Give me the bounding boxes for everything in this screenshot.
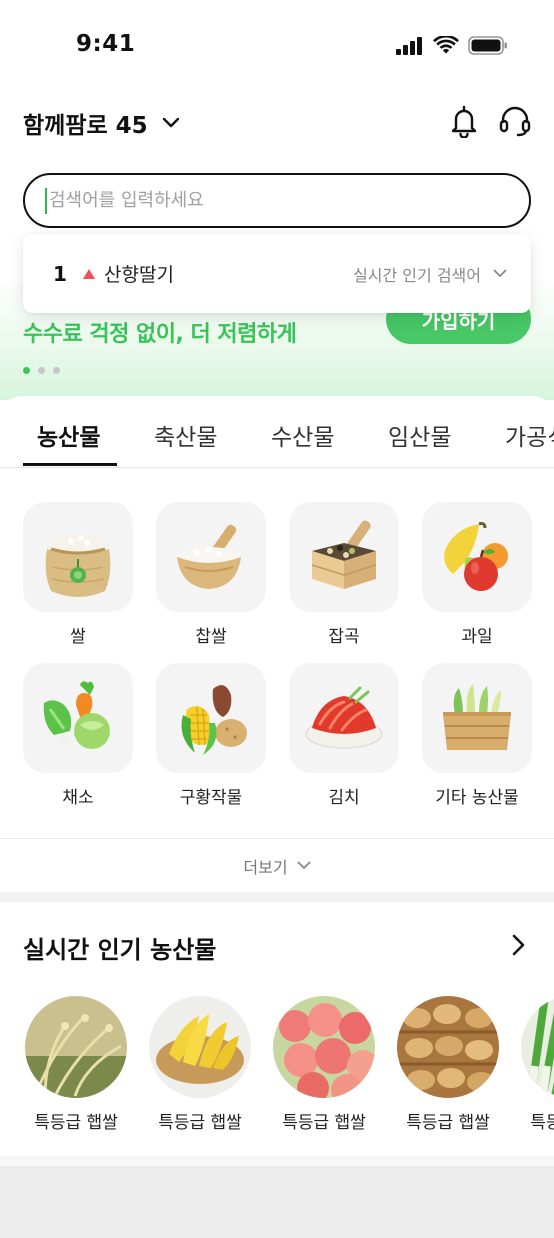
product-name: 특등급 햅쌀 bbox=[282, 1113, 366, 1133]
location-label: 함께팜로 45 bbox=[23, 113, 148, 139]
section-divider bbox=[0, 892, 554, 902]
category-tile bbox=[422, 502, 532, 612]
category-label: 기타 농산물 bbox=[435, 788, 519, 808]
product-name: 특등급 햅쌀 bbox=[406, 1113, 490, 1133]
headset-icon[interactable] bbox=[498, 104, 532, 138]
carousel-dot[interactable] bbox=[38, 367, 45, 374]
category-label: 김치 bbox=[328, 788, 360, 808]
carousel-indicator bbox=[23, 367, 60, 374]
carousel-dot[interactable] bbox=[53, 367, 60, 374]
trend-keyword[interactable]: 산향딸기 bbox=[104, 260, 174, 287]
tab-forestry[interactable]: 임산물 bbox=[388, 418, 451, 452]
rank-up-icon bbox=[83, 268, 95, 279]
status-time: 9:41 bbox=[76, 31, 136, 57]
bell-icon[interactable] bbox=[448, 104, 480, 138]
produce-crate-icon bbox=[443, 684, 511, 750]
tab-processed[interactable]: 가공식품 bbox=[505, 418, 554, 452]
status-icons bbox=[396, 36, 508, 55]
content-sheet: 농산물 축산물 수산물 임산물 가공식품 쌀 bbox=[0, 396, 554, 1238]
category-tabs: 농산물 축산물 수산물 임산물 가공식품 bbox=[0, 396, 554, 468]
app-header: 함께팜로 45 bbox=[0, 92, 554, 154]
grain-box-icon bbox=[311, 520, 377, 589]
chevron-down-icon[interactable] bbox=[493, 269, 507, 278]
tab-seafood[interactable]: 수산물 bbox=[271, 418, 334, 452]
category-label: 채소 bbox=[62, 788, 94, 808]
category-vegetables[interactable]: 채소 bbox=[23, 663, 133, 808]
category-other-agricultural[interactable]: 기타 농산물 bbox=[422, 663, 532, 808]
active-tab-indicator bbox=[23, 463, 117, 466]
product-card[interactable]: 특등급 햅쌀 bbox=[269, 996, 379, 1133]
more-label: 더보기 bbox=[243, 857, 288, 877]
green-onion-image bbox=[521, 996, 554, 1098]
chevron-down-icon bbox=[297, 861, 310, 869]
category-label: 과일 bbox=[461, 627, 493, 647]
corn-potato-icon bbox=[181, 685, 247, 755]
product-image bbox=[149, 996, 251, 1098]
category-tile bbox=[422, 663, 532, 773]
product-card[interactable]: 특등급 햅쌀 bbox=[21, 996, 131, 1133]
product-name: 특등급 햅쌀 bbox=[530, 1113, 554, 1133]
peach-image bbox=[273, 996, 375, 1098]
text-cursor bbox=[45, 187, 47, 214]
rice-plant-image bbox=[25, 996, 127, 1098]
section-divider bbox=[0, 1156, 554, 1166]
popular-section-title: 실시간 인기 농산물 bbox=[23, 936, 217, 964]
category-tile bbox=[156, 502, 266, 612]
category-fruit[interactable]: 과일 bbox=[422, 502, 532, 647]
product-name: 특등급 햅쌀 bbox=[34, 1113, 118, 1133]
category-label: 잡곡 bbox=[328, 627, 360, 647]
rice-sack-icon bbox=[45, 533, 111, 597]
category-glutinous-rice[interactable]: 찹쌀 bbox=[156, 502, 266, 647]
category-grains[interactable]: 잡곡 bbox=[289, 502, 399, 647]
tab-agricultural[interactable]: 농산물 bbox=[37, 418, 100, 452]
product-image bbox=[273, 996, 375, 1098]
location-selector[interactable]: 함께팜로 45 bbox=[23, 106, 180, 140]
category-kimchi[interactable]: 김치 bbox=[289, 663, 399, 808]
category-tile bbox=[289, 663, 399, 773]
product-card[interactable]: 특등급 햅쌀 bbox=[517, 996, 554, 1133]
tab-livestock[interactable]: 축산물 bbox=[154, 418, 217, 452]
chevron-down-icon bbox=[162, 117, 179, 128]
signal-icon bbox=[396, 36, 422, 55]
kimchi-icon bbox=[305, 686, 383, 749]
trend-rank: 1 bbox=[53, 261, 67, 286]
potato-image bbox=[397, 996, 499, 1098]
popular-products-list: 특등급 햅쌀 특등급 햅쌀 특등급 햅쌀 특등급 햅쌀 특등 bbox=[0, 996, 554, 1136]
search-input[interactable] bbox=[49, 190, 489, 211]
banana-image bbox=[149, 996, 251, 1098]
banner-headline: 수수료 걱정 없이, 더 저렴하게 bbox=[23, 322, 297, 347]
more-button[interactable]: 더보기 bbox=[0, 838, 554, 892]
rice-bowl-icon bbox=[177, 524, 241, 589]
chevron-right-icon[interactable] bbox=[512, 934, 526, 956]
fruit-icon bbox=[444, 522, 508, 591]
product-card[interactable]: 특등급 햅쌀 bbox=[393, 996, 503, 1133]
category-tile bbox=[156, 663, 266, 773]
vegetables-icon bbox=[43, 681, 110, 749]
product-image bbox=[521, 996, 554, 1098]
trending-search-bar[interactable]: 1 산향딸기 실시간 인기 검색어 bbox=[23, 234, 531, 313]
category-root-crops[interactable]: 구황작물 bbox=[156, 663, 266, 808]
product-image bbox=[25, 996, 127, 1098]
category-tile bbox=[23, 663, 133, 773]
status-bar: 9:41 bbox=[0, 0, 554, 92]
carousel-dot[interactable] bbox=[23, 367, 30, 374]
battery-icon bbox=[468, 36, 507, 55]
product-image bbox=[397, 996, 499, 1098]
category-label: 쌀 bbox=[70, 627, 86, 647]
product-name: 특등급 햅쌀 bbox=[158, 1113, 242, 1133]
category-rice[interactable]: 쌀 bbox=[23, 502, 133, 647]
product-card[interactable]: 특등급 햅쌀 bbox=[145, 996, 255, 1133]
category-label: 구황작물 bbox=[179, 788, 243, 808]
bottom-area bbox=[0, 1166, 554, 1238]
search-box[interactable] bbox=[23, 173, 531, 228]
trend-label: 실시간 인기 검색어 bbox=[353, 265, 481, 285]
wifi-icon bbox=[433, 36, 459, 54]
category-tile bbox=[289, 502, 399, 612]
category-tile bbox=[23, 502, 133, 612]
category-label: 찹쌀 bbox=[195, 627, 227, 647]
